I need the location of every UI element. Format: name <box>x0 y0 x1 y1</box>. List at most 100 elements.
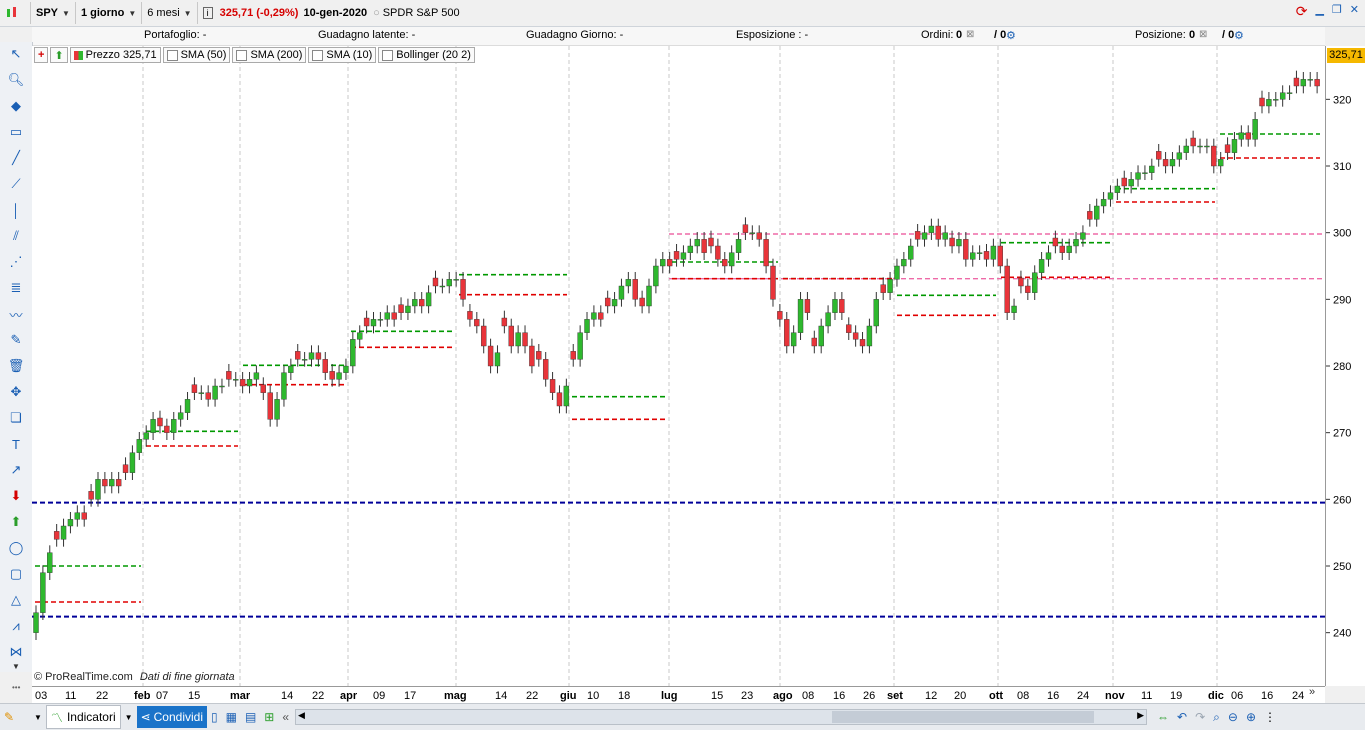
zoom-fit-icon[interactable]: ⌕ <box>1209 706 1224 728</box>
more-options-icon[interactable]: ⋮ <box>1260 706 1280 728</box>
add-indicator-button[interactable]: + <box>34 47 49 63</box>
checkbox-icon <box>166 49 178 61</box>
symbol-selector[interactable]: SPY ▼ <box>31 2 76 24</box>
triangle-icon[interactable]: △ <box>6 590 26 610</box>
time-axis[interactable]: 03 11 22 feb 07 15 mar 14 22 apr 09 17 mag 14 22 giu 10 1… <box>32 686 1325 704</box>
candle-up <box>515 332 521 347</box>
text-icon[interactable]: T <box>6 434 26 454</box>
candle-down <box>1052 237 1059 247</box>
fan-icon[interactable]: ⋰ <box>6 252 26 272</box>
zoom-icon[interactable]: 🔍︎ <box>6 70 26 90</box>
menu-dropdown-icon[interactable]: ▼ <box>30 706 46 728</box>
candle-up <box>625 279 632 287</box>
vertical-line-icon[interactable]: │ <box>6 200 26 220</box>
checkbox-icon <box>236 49 248 61</box>
candle-up <box>439 285 446 288</box>
time-tick-label: 06 <box>1231 690 1243 702</box>
ruler-icon[interactable]: ▭ <box>6 122 26 142</box>
line-icon[interactable]: ╱ <box>6 148 26 168</box>
candle-up <box>1266 99 1272 107</box>
candle-down <box>191 384 198 393</box>
fibonacci-icon[interactable]: ≣ <box>6 278 26 298</box>
horizontal-scrollbar[interactable]: ◀ ▶ <box>295 709 1148 725</box>
alert-bell-icon[interactable]: ◆ <box>6 96 26 116</box>
candle-up <box>563 385 570 407</box>
sell-arrow-icon[interactable]: ⬇ <box>6 486 26 506</box>
legend-price[interactable]: Prezzo 325,71 <box>69 47 161 63</box>
buy-arrow-icon[interactable]: ⬆ <box>6 512 26 532</box>
copy-icon[interactable]: ❏ <box>6 408 26 428</box>
price-axis[interactable]: 240 250 260 270 280 290 300 310 320 325,71 <box>1325 46 1365 686</box>
tools-icon[interactable]: ✎ <box>6 330 26 350</box>
scroll-left-arrow-icon[interactable]: ◀ <box>298 710 305 721</box>
candle-down <box>852 332 859 340</box>
minimize-icon[interactable]: ▁ <box>1315 3 1323 20</box>
scroll-down-icon[interactable]: ▼ <box>6 656 26 676</box>
orders-settings-icon[interactable]: ⚙ <box>1006 29 1016 42</box>
candle-up <box>825 312 831 327</box>
segment-icon[interactable]: ⟋ <box>6 174 26 194</box>
candle-down <box>157 417 163 427</box>
candle-down <box>880 284 886 293</box>
price-axis-ticks: 240 250 260 270 280 290 300 310 320 <box>1326 94 1351 640</box>
legend-sma200[interactable]: SMA (200) <box>232 47 307 63</box>
legend-bollinger[interactable]: Bollinger (20 2) <box>378 47 475 63</box>
candle-up <box>47 552 53 573</box>
arrow-icon[interactable]: ↗ <box>6 460 26 480</box>
timeframe-selector[interactable]: 1 giorno ▼ <box>76 2 143 24</box>
share-button[interactable]: ⋖ Condividi <box>136 706 207 728</box>
collapse-button[interactable]: ⬆ <box>50 47 68 63</box>
indicators-dropdown-icon[interactable]: ▼ <box>121 706 137 728</box>
position-settings-icon[interactable]: ⚙ <box>1234 29 1244 42</box>
sync-icon[interactable]: ⟳ <box>1296 3 1308 20</box>
screenshot-icon[interactable]: ▦ <box>222 706 241 728</box>
price-chart[interactable] <box>32 46 1325 686</box>
toolbar-more-icon[interactable]: ••• <box>12 683 20 692</box>
layout-icon[interactable]: ▯ <box>207 706 222 728</box>
close-position-icon[interactable]: ⊠ <box>1199 29 1207 40</box>
legend-sma50[interactable]: SMA (50) <box>162 47 231 63</box>
channel-icon[interactable]: ⫽ <box>6 226 26 246</box>
zoom-out-icon[interactable]: ⊖ <box>1224 706 1242 728</box>
restore-icon[interactable]: ❐ <box>1332 3 1342 20</box>
undo-icon[interactable]: ↶ <box>1173 706 1191 728</box>
indicators-label: Indicatori <box>66 710 116 724</box>
candle-down <box>432 277 439 287</box>
candle-down <box>1162 159 1169 167</box>
candle-up <box>970 252 976 260</box>
move-icon[interactable]: ✥ <box>6 382 26 402</box>
export-icon[interactable]: ⊞ <box>260 706 278 728</box>
scroll-left-icon[interactable]: « <box>278 706 293 728</box>
candle-up <box>1279 92 1286 100</box>
scroll-right-arrow-icon[interactable]: ▶ <box>1137 710 1144 721</box>
pointer-icon[interactable]: ↖ <box>6 44 26 64</box>
period-selector[interactable]: 6 mesi ▼ <box>142 2 198 24</box>
indicators-button[interactable]: 〽 Indicatori <box>45 705 121 729</box>
zoom-in-icon[interactable]: ⊕ <box>1242 706 1260 728</box>
candle-up <box>1080 232 1086 240</box>
candlestick-chart[interactable] <box>32 46 1325 686</box>
ellipse-icon[interactable]: ◯ <box>6 538 26 558</box>
candle-up <box>343 365 349 373</box>
fit-chart-icon[interactable]: ⇔ <box>1153 706 1173 728</box>
candle-up <box>1169 159 1176 167</box>
trend-icon[interactable]: 〰 <box>6 304 26 324</box>
scrollbar-thumb[interactable] <box>832 711 1095 723</box>
close-icon[interactable]: ✕ <box>1350 3 1359 20</box>
pencil-icon[interactable]: ✎ <box>0 706 30 728</box>
zigzag-icon[interactable]: ⩘ <box>6 616 26 636</box>
time-tick-label: 16 <box>1047 690 1059 702</box>
redo-icon[interactable]: ↷ <box>1191 706 1209 728</box>
info-icon[interactable]: i <box>198 2 218 24</box>
chart-window-icon[interactable]: ▤ <box>241 706 260 728</box>
candle-up <box>253 372 260 380</box>
copyright-note: © ProRealTime.com Dati di fine giornata <box>34 671 235 683</box>
candle-up <box>233 379 239 381</box>
chart-type-icon[interactable] <box>0 2 31 24</box>
time-axis-expand-icon[interactable]: » <box>1309 686 1315 698</box>
legend-sma10[interactable]: SMA (10) <box>308 47 377 63</box>
cancel-orders-icon[interactable]: ⊠ <box>966 29 974 40</box>
trash-icon[interactable]: 🗑︎ <box>6 356 26 376</box>
rectangle-icon[interactable]: ▢ <box>6 564 26 584</box>
time-tick-label: mag <box>444 690 467 702</box>
